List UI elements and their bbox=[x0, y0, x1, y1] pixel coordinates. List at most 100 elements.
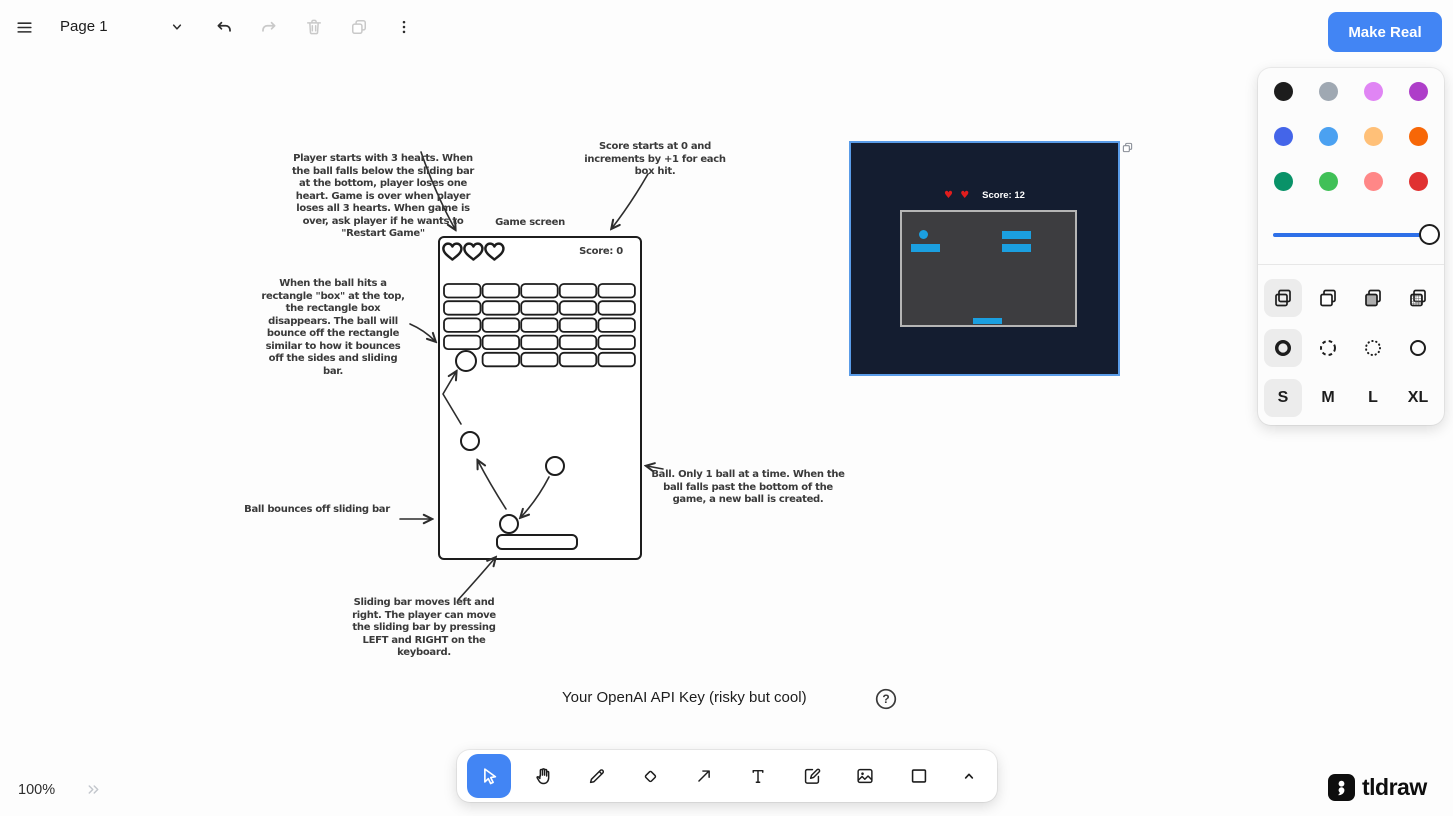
more-tools-button[interactable] bbox=[951, 754, 987, 798]
color-swatch-light-violet[interactable] bbox=[1364, 82, 1383, 101]
tldraw-logo-text: tldraw bbox=[1362, 774, 1427, 800]
dash-draw-button[interactable] bbox=[1264, 329, 1302, 367]
color-swatch-light-blue[interactable] bbox=[1319, 127, 1338, 146]
fill-solid-button[interactable] bbox=[1354, 279, 1392, 317]
draw-tool-button[interactable] bbox=[575, 754, 619, 798]
color-swatch-light-green[interactable] bbox=[1319, 172, 1338, 191]
game-screen-label[interactable]: Game screen bbox=[495, 217, 565, 230]
dash-solid-button[interactable] bbox=[1399, 329, 1437, 367]
annotation-arrow-score[interactable] bbox=[612, 173, 649, 228]
size-xl-button[interactable]: XL bbox=[1399, 379, 1437, 417]
annotation-ball-note[interactable]: Ball. Only 1 ball at a time. When the ba… bbox=[651, 469, 845, 507]
sketch-box[interactable] bbox=[443, 283, 482, 299]
annotation-arrow-slider[interactable] bbox=[457, 558, 495, 601]
sketch-bounce-arrow[interactable] bbox=[442, 372, 462, 425]
sketch-sliding-bar[interactable] bbox=[496, 534, 578, 550]
fill-semi-button[interactable] bbox=[1309, 279, 1347, 317]
sketch-box[interactable] bbox=[597, 351, 636, 368]
opacity-slider[interactable] bbox=[1273, 224, 1440, 245]
sketch-ball-down-arrow[interactable] bbox=[521, 476, 550, 517]
color-swatch-black[interactable] bbox=[1274, 82, 1293, 101]
sketch-box[interactable] bbox=[558, 300, 598, 316]
sketch-box[interactable] bbox=[597, 300, 636, 316]
opacity-slider-handle[interactable] bbox=[1419, 224, 1440, 245]
color-swatch-light-red[interactable] bbox=[1364, 172, 1383, 191]
redo-button[interactable] bbox=[250, 9, 286, 45]
size-s-button[interactable]: S bbox=[1264, 379, 1302, 417]
sketch-ball-up-arrow[interactable] bbox=[478, 461, 507, 510]
sketch-box[interactable] bbox=[520, 283, 559, 299]
sketch-box[interactable] bbox=[481, 283, 521, 299]
main-menu-button[interactable] bbox=[6, 9, 42, 45]
sketch-box[interactable] bbox=[558, 317, 598, 333]
shape-duplicate-handle-icon[interactable] bbox=[1122, 142, 1133, 153]
rectangle-tool-button[interactable] bbox=[897, 754, 941, 798]
page-name[interactable]: Page 1 bbox=[60, 18, 108, 35]
sketch-box[interactable] bbox=[558, 351, 598, 368]
sketch-ball[interactable] bbox=[455, 350, 477, 372]
annotation-arrow-boxes[interactable] bbox=[409, 323, 435, 341]
sketch-hearts[interactable] bbox=[442, 242, 505, 261]
sketch-box[interactable] bbox=[597, 283, 636, 299]
annotation-bounce-note[interactable]: Ball bounces off sliding bar bbox=[244, 504, 390, 517]
double-chevron-right-icon[interactable] bbox=[85, 781, 102, 798]
fill-none-button[interactable] bbox=[1264, 279, 1302, 317]
annotation-score-note[interactable]: Score starts at 0 and increments by +1 f… bbox=[584, 141, 726, 179]
dash-dotted-button[interactable] bbox=[1354, 329, 1392, 367]
undo-button[interactable] bbox=[206, 9, 242, 45]
color-swatch-yellow[interactable] bbox=[1364, 127, 1383, 146]
game-preview-embed[interactable]: ♥ ♥ Score: 12 bbox=[849, 141, 1120, 376]
preview-score: Score: 12 bbox=[982, 190, 1025, 201]
size-m-button[interactable]: M bbox=[1309, 379, 1347, 417]
sketch-box[interactable] bbox=[481, 334, 521, 351]
sketch-ball[interactable] bbox=[499, 514, 519, 534]
sketch-box[interactable] bbox=[520, 300, 559, 316]
duplicate-button[interactable] bbox=[341, 9, 377, 45]
hand-tool-button[interactable] bbox=[521, 754, 565, 798]
sketch-box[interactable] bbox=[558, 283, 598, 299]
page-menu-chevron-button[interactable] bbox=[159, 9, 195, 45]
color-swatch-violet[interactable] bbox=[1409, 82, 1428, 101]
sketch-box[interactable] bbox=[481, 300, 521, 316]
text-tool-button[interactable] bbox=[736, 754, 780, 798]
sketch-box[interactable] bbox=[558, 334, 598, 351]
color-swatch-blue[interactable] bbox=[1274, 127, 1293, 146]
note-tool-button[interactable] bbox=[790, 754, 834, 798]
api-key-help-button[interactable]: ? bbox=[874, 687, 898, 711]
color-swatch-grey[interactable] bbox=[1319, 82, 1338, 101]
sketch-score-label[interactable]: Score: 0 bbox=[579, 246, 623, 259]
tldraw-canvas[interactable]: Page 1 Make Real S M L XL Player starts … bbox=[0, 0, 1453, 816]
asset-tool-button[interactable] bbox=[843, 754, 887, 798]
color-swatch-green[interactable] bbox=[1274, 172, 1293, 191]
sketch-box[interactable] bbox=[443, 334, 482, 351]
zoom-level[interactable]: 100% bbox=[18, 782, 55, 798]
tldraw-logo[interactable]: tldraw bbox=[1328, 774, 1427, 801]
sketch-box[interactable] bbox=[520, 351, 559, 368]
sketch-ball[interactable] bbox=[460, 431, 480, 451]
annotation-boxes-note[interactable]: When the ball hits a rectangle "box" at … bbox=[261, 278, 405, 378]
sketch-box[interactable] bbox=[597, 317, 636, 333]
sketch-box[interactable] bbox=[520, 334, 559, 351]
make-real-button[interactable]: Make Real bbox=[1328, 12, 1442, 52]
sketch-box[interactable] bbox=[443, 317, 482, 333]
sketch-box[interactable] bbox=[443, 300, 482, 316]
size-l-button[interactable]: L bbox=[1354, 379, 1392, 417]
annotation-hearts-note[interactable]: Player starts with 3 hearts. When the ba… bbox=[292, 153, 474, 241]
sketch-box[interactable] bbox=[520, 317, 559, 333]
sketch-ball[interactable] bbox=[545, 456, 565, 476]
eraser-tool-button[interactable] bbox=[628, 754, 672, 798]
sketch-box[interactable] bbox=[481, 317, 521, 333]
delete-button[interactable] bbox=[296, 9, 332, 45]
tool-bar bbox=[457, 750, 997, 802]
sketch-box[interactable] bbox=[481, 351, 521, 368]
sketch-box[interactable] bbox=[597, 334, 636, 351]
annotation-slider-note[interactable]: Sliding bar moves left and right. The pl… bbox=[352, 597, 496, 660]
color-swatch-red[interactable] bbox=[1409, 172, 1428, 191]
dash-dashed-button[interactable] bbox=[1309, 329, 1347, 367]
arrow-tool-button[interactable] bbox=[682, 754, 726, 798]
sketch-game-frame[interactable] bbox=[438, 236, 642, 560]
color-swatch-orange[interactable] bbox=[1409, 127, 1428, 146]
more-actions-button[interactable] bbox=[386, 9, 422, 45]
select-tool-button[interactable] bbox=[467, 754, 511, 798]
fill-pattern-button[interactable] bbox=[1399, 279, 1437, 317]
